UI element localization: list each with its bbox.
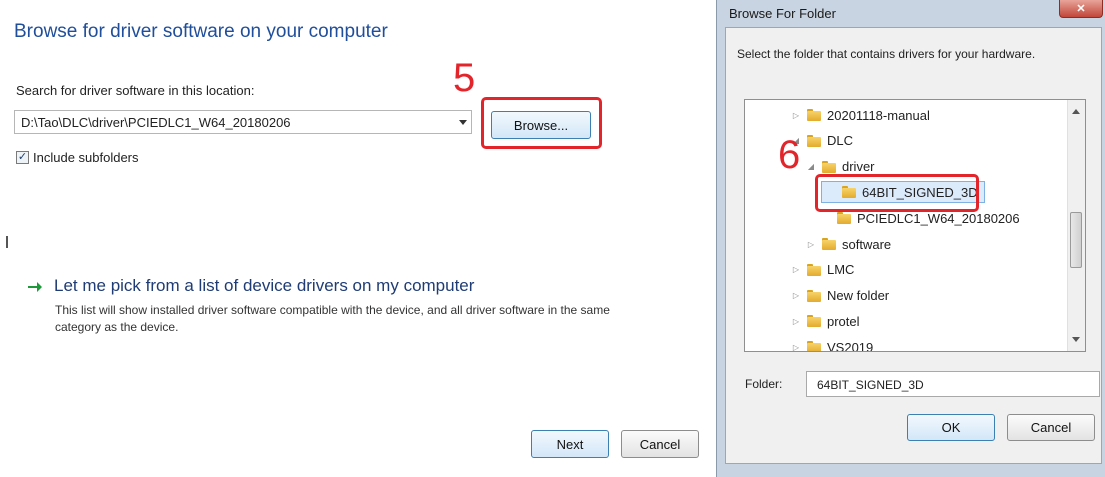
next-button[interactable]: Next xyxy=(531,430,609,458)
close-icon[interactable]: ✕ xyxy=(1059,0,1103,18)
folder-icon xyxy=(807,134,821,147)
folder-icon xyxy=(807,289,821,302)
tree-item[interactable]: ▷ software xyxy=(806,233,891,255)
scroll-thumb[interactable] xyxy=(1070,212,1082,268)
tree-item[interactable]: ▷ VS2019 xyxy=(791,336,873,351)
expand-arrow-icon[interactable]: ▷ xyxy=(791,265,801,274)
expand-arrow-icon[interactable]: ▷ xyxy=(791,317,801,326)
folder-icon xyxy=(807,341,821,351)
pick-from-list-description: This list will show installed driver sof… xyxy=(55,303,610,334)
chevron-down-icon[interactable] xyxy=(459,120,467,125)
dialog-cancel-button[interactable]: Cancel xyxy=(1007,414,1095,441)
tree-item-label[interactable]: protel xyxy=(827,314,860,329)
scroll-up-icon[interactable] xyxy=(1072,109,1080,114)
folder-field-label: Folder: xyxy=(745,377,783,391)
browse-for-folder-dialog: Browse For Folder ✕ Select the folder th… xyxy=(716,0,1105,477)
tree-item-label[interactable]: LMC xyxy=(827,262,854,277)
page-title: Browse for driver software on your compu… xyxy=(14,21,388,42)
window-edge-mark xyxy=(6,236,8,248)
ok-button[interactable]: OK xyxy=(907,414,995,441)
expand-arrow-icon[interactable]: ▷ xyxy=(791,291,801,300)
tree-item-label[interactable]: PCIEDLC1_W64_20180206 xyxy=(857,211,1020,226)
expand-arrow-icon[interactable]: ▷ xyxy=(791,111,801,120)
step-5-annotation: 5 xyxy=(453,56,476,100)
tree-item-label[interactable]: software xyxy=(842,237,891,252)
tree-item[interactable]: ▷ protel xyxy=(791,310,860,332)
tree-item-label[interactable]: driver xyxy=(842,159,875,174)
green-arrow-icon xyxy=(28,282,42,292)
tree-item-label[interactable]: VS2019 xyxy=(827,340,873,351)
folder-icon xyxy=(807,315,821,328)
driver-wizard-page: Browse for driver software on your compu… xyxy=(0,0,712,477)
tree-item[interactable]: ▷ New folder xyxy=(791,285,889,307)
tree-item-label[interactable]: 20201118-manual xyxy=(827,108,930,123)
include-subfolders-checkbox[interactable]: ✓ xyxy=(16,151,29,164)
tree-item[interactable]: ▷ 20201118-manual xyxy=(791,104,930,126)
folder-icon xyxy=(807,263,821,276)
pick-from-list-title[interactable]: Let me pick from a list of device driver… xyxy=(54,276,474,296)
selected-folder-highlight-box xyxy=(815,174,979,212)
tree-item-label[interactable]: New folder xyxy=(827,288,889,303)
expand-arrow-icon[interactable]: ▷ xyxy=(791,343,801,351)
search-location-label: Search for driver software in this locat… xyxy=(16,83,255,98)
folder-icon xyxy=(807,109,821,121)
browse-button[interactable]: Browse... xyxy=(491,111,591,139)
tree-item[interactable]: ▷ LMC xyxy=(791,259,855,281)
driver-path-combobox[interactable]: D:\Tao\DLC\driver\PCIEDLC1_W64_20180206 xyxy=(14,110,472,134)
collapse-arrow-icon[interactable]: ◢ xyxy=(806,162,816,171)
folder-icon xyxy=(837,212,851,225)
folder-icon xyxy=(822,238,836,250)
scroll-down-icon[interactable] xyxy=(1072,337,1080,342)
folder-icon xyxy=(822,160,836,173)
dialog-instruction: Select the folder that contains drivers … xyxy=(737,47,1036,61)
folder-name-value[interactable]: 64BIT_SIGNED_3D xyxy=(817,378,924,392)
expand-arrow-icon[interactable]: ▷ xyxy=(806,240,816,249)
include-subfolders-label[interactable]: Include subfolders xyxy=(33,150,139,165)
folder-name-field[interactable]: 64BIT_SIGNED_3D xyxy=(806,371,1100,397)
tree-scrollbar[interactable] xyxy=(1067,100,1085,351)
dialog-title: Browse For Folder xyxy=(729,6,836,21)
cancel-button[interactable]: Cancel xyxy=(621,430,699,458)
driver-path-value[interactable]: D:\Tao\DLC\driver\PCIEDLC1_W64_20180206 xyxy=(21,115,291,130)
tree-item-label[interactable]: DLC xyxy=(827,133,853,148)
include-subfolders-row[interactable]: ✓ Include subfolders xyxy=(16,150,139,165)
tree-item[interactable]: ◢ DLC xyxy=(791,130,853,152)
pick-from-list-link[interactable]: Let me pick from a list of device driver… xyxy=(26,276,474,296)
step-6-annotation: 6 xyxy=(778,133,801,177)
